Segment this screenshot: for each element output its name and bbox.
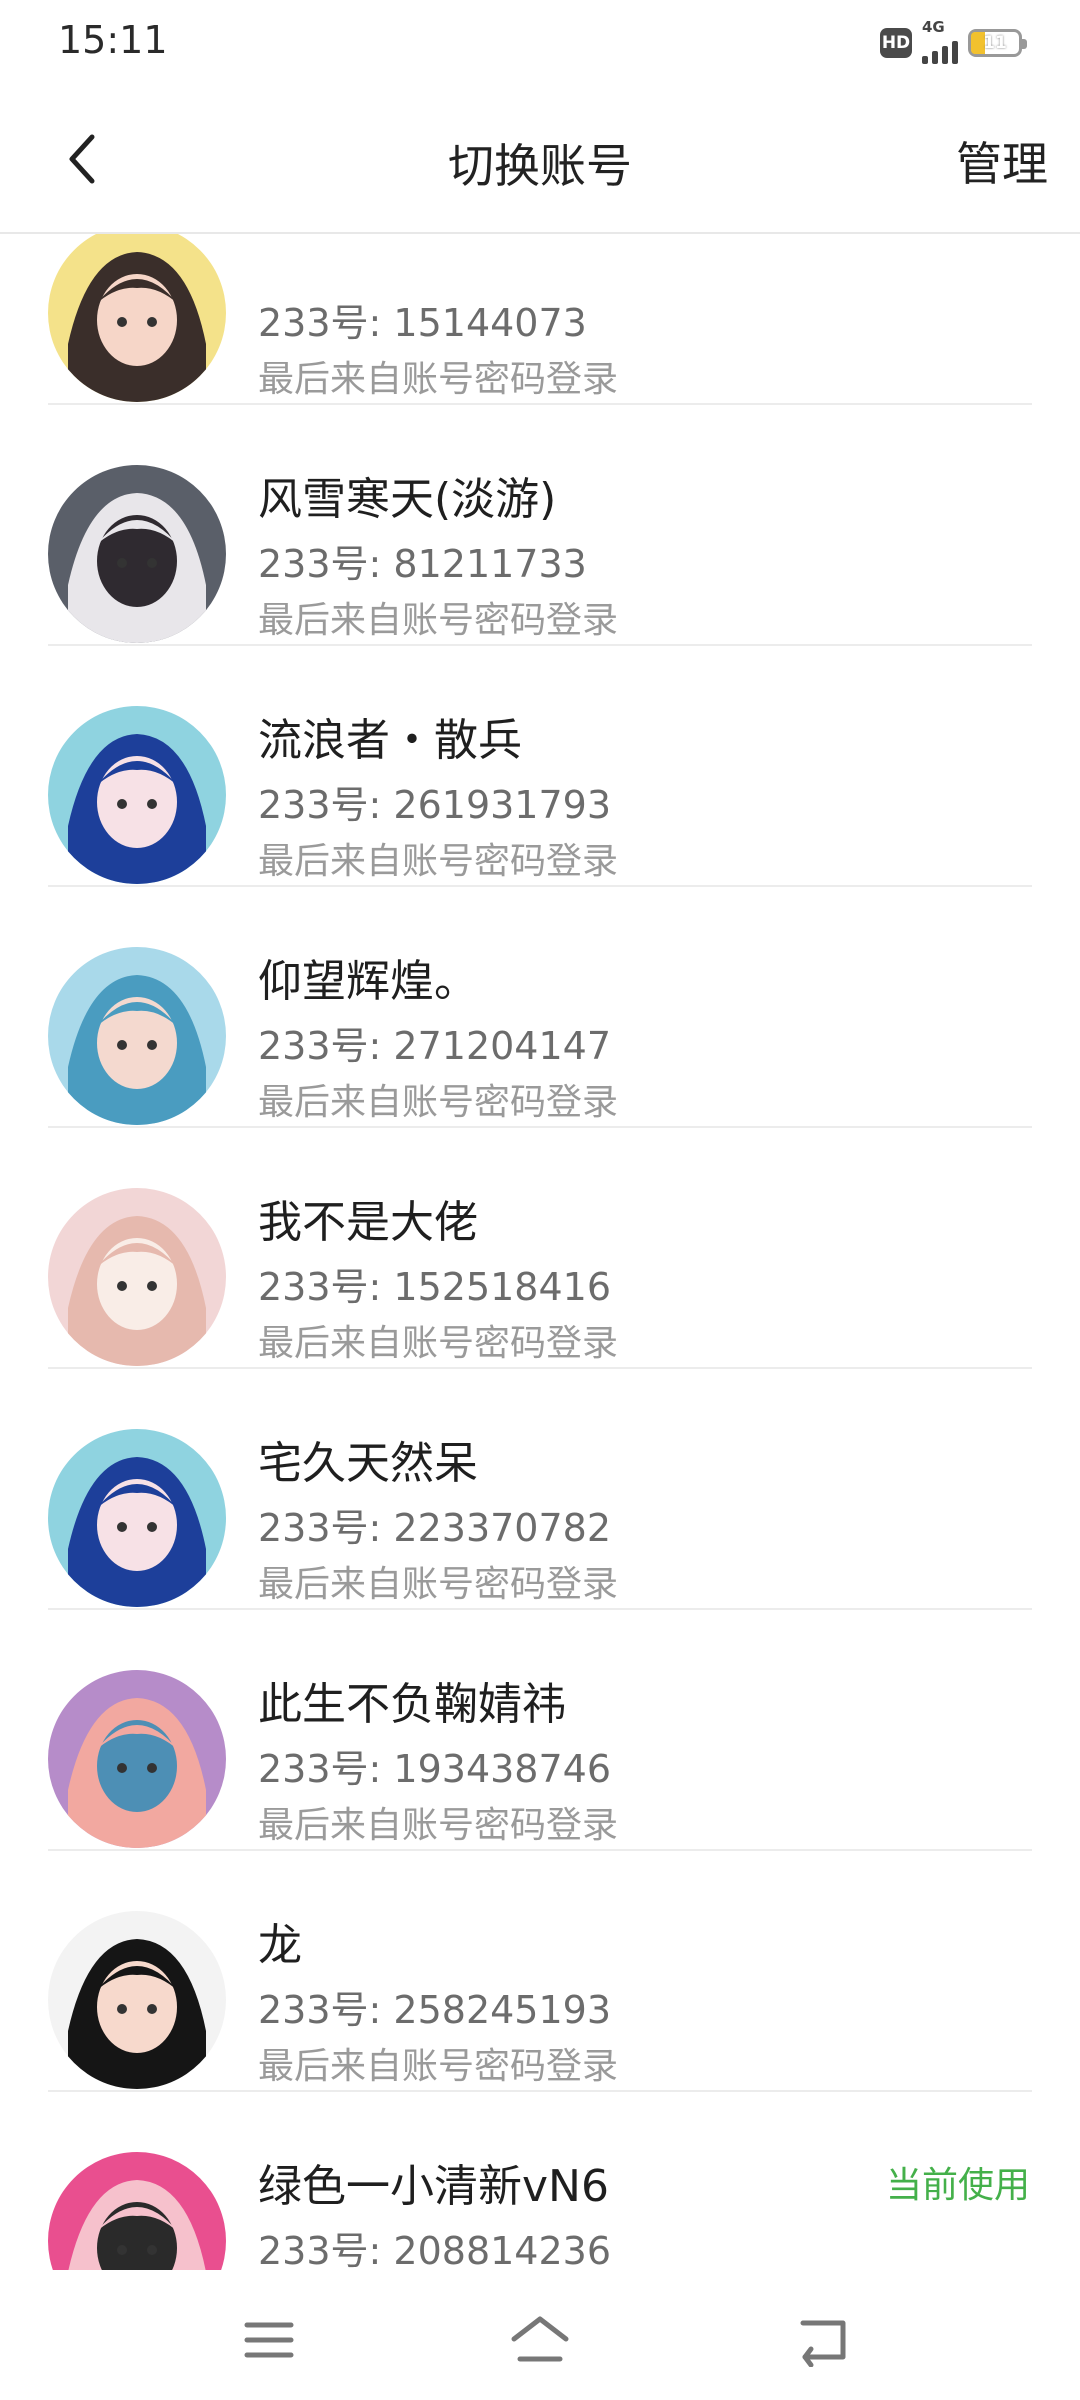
menu-button[interactable] — [234, 2310, 304, 2370]
account-id: 233号: 81211733 — [258, 542, 587, 586]
account-id: 233号: 223370782 — [258, 1506, 612, 1550]
account-row[interactable]: 宅久天然呆 233号: 223370782 最后来自账号密码登录 — [0, 1369, 1080, 1610]
network-type: 4G — [922, 18, 945, 36]
screen: 15:11 HD 4G 11 切换账号 管理 233号: 15144073最后 — [0, 0, 1080, 2400]
status-icons: HD 4G 11 — [880, 18, 1027, 64]
signal-icon: 4G — [922, 18, 958, 64]
account-name: 流浪者・散兵 — [258, 715, 522, 766]
avatar-image — [48, 947, 226, 1125]
system-nav-bar — [0, 2270, 1080, 2400]
manage-button[interactable]: 管理 — [956, 128, 1048, 194]
avatar — [48, 1429, 226, 1607]
avatar-image — [48, 1429, 226, 1607]
last-login-method: 最后来自账号密码登录 — [258, 1564, 619, 1605]
account-row[interactable]: 我不是大佬 233号: 152518416 最后来自账号密码登录 — [0, 1128, 1080, 1369]
home-icon — [511, 2316, 569, 2362]
account-row[interactable]: 流浪者・散兵 233号: 261931793 最后来自账号密码登录 — [0, 646, 1080, 887]
current-account-badge: 当前使用 — [885, 2165, 1030, 2206]
account-row[interactable]: 233号: 15144073 最后来自账号密码登录 — [0, 234, 1080, 405]
account-row[interactable]: 龙 233号: 258245193 最后来自账号密码登录 — [0, 1851, 1080, 2092]
account-name: 龙 — [258, 1920, 302, 1971]
last-login-method: 最后来自账号密码登录 — [258, 359, 619, 400]
account-name: 此生不负鞠婧祎 — [258, 1679, 566, 1730]
account-name: 宅久天然呆 — [258, 1438, 478, 1489]
last-login-method: 最后来自账号密码登录 — [258, 841, 619, 882]
last-login-method: 最后来自账号密码登录 — [258, 2046, 619, 2087]
header: 切换账号 管理 — [0, 84, 1080, 234]
account-list-inner: 233号: 15144073 最后来自账号密码登录 风雪寒天(淡游) 233号: 81… — [0, 234, 1080, 2270]
home-button[interactable] — [505, 2310, 575, 2370]
avatar-image — [48, 465, 226, 643]
account-id: 233号: 261931793 — [258, 783, 612, 827]
account-row[interactable]: 此生不负鞠婧祎 233号: 193438746 最后来自账号密码登录 — [0, 1610, 1080, 1851]
avatar-image — [48, 706, 226, 884]
avatar — [48, 1670, 226, 1848]
last-login-method: 最后来自账号密码登录 — [258, 1805, 619, 1846]
account-row[interactable]: 绿色一小清新vN6233号: 208814236最后来自账号密码登录当前使用 — [0, 2092, 1080, 2270]
account-id: 233号: 193438746 — [258, 1747, 612, 1791]
last-login-method: 最后来自账号密码登录 — [258, 1323, 619, 1364]
account-id: 233号: 258245193 — [258, 1988, 612, 2032]
avatar-image — [48, 2152, 226, 2270]
account-id: 233号: 15144073 — [258, 301, 587, 345]
last-login-method: 最后来自账号密码登录 — [258, 1082, 619, 1123]
account-name: 风雪寒天(淡游) — [258, 474, 557, 525]
avatar — [48, 706, 226, 884]
avatar-image — [48, 1911, 226, 2089]
hd-icon: HD — [880, 28, 912, 58]
avatar — [48, 2152, 226, 2270]
account-list[interactable]: 233号: 15144073 最后来自账号密码登录 风雪寒天(淡游) 233号: 81… — [0, 234, 1080, 2270]
status-time: 15:11 — [58, 18, 168, 62]
avatar — [48, 1188, 226, 1366]
avatar — [48, 465, 226, 643]
back-icon — [800, 2320, 846, 2367]
account-row[interactable]: 仰望辉煌。 233号: 271204147 最后来自账号密码登录 — [0, 887, 1080, 1128]
account-id: 233号: 208814236 — [258, 2229, 612, 2270]
battery-icon: 11 — [968, 29, 1027, 57]
account-id: 233号: 271204147 — [258, 1024, 612, 1068]
menu-icon — [244, 2322, 294, 2358]
avatar — [48, 234, 226, 402]
avatar — [48, 947, 226, 1125]
account-name: 绿色一小清新vN6 — [258, 2161, 609, 2212]
back-nav-button[interactable] — [790, 2310, 860, 2370]
account-id: 233号: 152518416 — [258, 1265, 612, 1309]
account-name: 仰望辉煌。 — [258, 956, 478, 1007]
status-bar: 15:11 HD 4G 11 — [0, 0, 1080, 84]
avatar — [48, 1911, 226, 2089]
battery-level: 11 — [983, 33, 1007, 53]
avatar-image — [48, 1670, 226, 1848]
account-name: 我不是大佬 — [258, 1197, 478, 1248]
page-title: 切换账号 — [448, 139, 632, 193]
last-login-method: 最后来自账号密码登录 — [258, 600, 619, 641]
avatar-image — [48, 1188, 226, 1366]
account-row[interactable]: 风雪寒天(淡游) 233号: 81211733 最后来自账号密码登录 — [0, 405, 1080, 646]
avatar-image — [48, 234, 226, 402]
